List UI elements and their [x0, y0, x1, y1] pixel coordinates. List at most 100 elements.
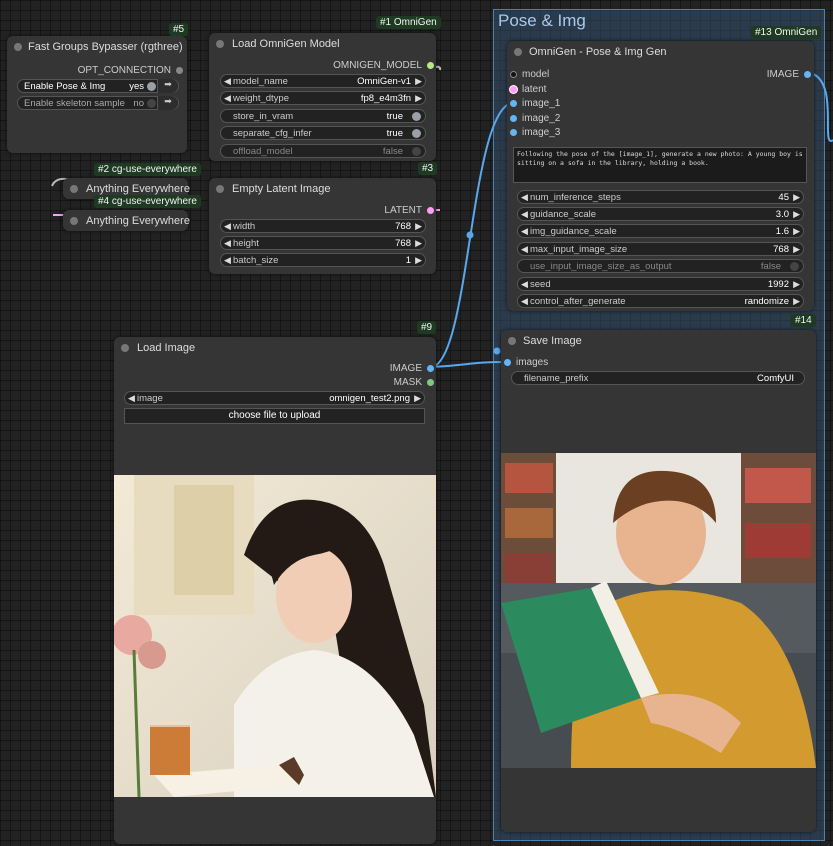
- arrow-left-icon[interactable]: ◀: [224, 221, 231, 232]
- number-max-input-image-size[interactable]: ◀ max_input_image_size 768 ▶: [517, 242, 804, 256]
- arrow-left-icon[interactable]: ◀: [521, 209, 528, 220]
- combo-control-after-generate[interactable]: ◀ control_after_generate randomize ▶: [517, 294, 804, 308]
- output-mask[interactable]: MASK: [394, 377, 434, 388]
- toggle-on-icon[interactable]: [412, 112, 421, 121]
- node-header[interactable]: Fast Groups Bypasser (rgthree): [7, 36, 187, 58]
- collapse-dot-icon[interactable]: [121, 344, 129, 352]
- number-seed[interactable]: ◀ seed 1992 ▶: [517, 277, 804, 291]
- arrow-right-icon[interactable]: ▶: [415, 93, 422, 104]
- number-batch-size[interactable]: ◀ batch_size 1 ▶: [220, 253, 426, 267]
- node-header[interactable]: Load Image: [114, 337, 436, 359]
- node-header[interactable]: Save Image: [501, 330, 816, 352]
- arrow-left-icon[interactable]: ◀: [224, 76, 231, 87]
- input-slot-icon[interactable]: [510, 129, 517, 136]
- output-slot-icon[interactable]: [427, 207, 434, 214]
- node-header[interactable]: Load OmniGen Model: [209, 33, 436, 55]
- toggle-enable-skeleton-sample[interactable]: Enable skeleton sample no ➡: [17, 96, 179, 110]
- toggle-off-icon[interactable]: [790, 262, 799, 271]
- arrow-left-icon[interactable]: ◀: [521, 226, 528, 237]
- collapse-dot-icon[interactable]: [216, 40, 224, 48]
- output-latent[interactable]: LATENT: [384, 205, 434, 216]
- input-image-1[interactable]: image_1: [510, 98, 560, 109]
- output-image[interactable]: IMAGE: [390, 363, 434, 374]
- arrow-left-icon[interactable]: ◀: [128, 393, 135, 404]
- combo-weight-dtype[interactable]: ◀ weight_dtype fp8_e4m3fn ▶: [220, 91, 426, 105]
- toggle-offload-model[interactable]: offload_model false: [220, 144, 426, 158]
- toggle-off-icon[interactable]: [412, 147, 421, 156]
- arrow-right-icon[interactable]: ➡: [157, 96, 178, 110]
- arrow-left-icon[interactable]: ◀: [521, 279, 528, 290]
- input-slot-icon[interactable]: [510, 86, 517, 93]
- number-guidance-scale[interactable]: ◀ guidance_scale 3.0 ▶: [517, 207, 804, 221]
- toggle-on-icon[interactable]: [147, 82, 156, 91]
- node-anything-everywhere-4[interactable]: Anything Everywhere: [63, 210, 190, 231]
- collapse-dot-icon[interactable]: [70, 217, 78, 225]
- collapse-dot-icon[interactable]: [14, 43, 22, 51]
- collapse-dot-icon[interactable]: [508, 337, 516, 345]
- node-save-image[interactable]: Save Image images filename_prefix ComfyU…: [501, 330, 816, 832]
- output-slot-icon[interactable]: [804, 71, 811, 78]
- collapse-dot-icon[interactable]: [70, 185, 78, 193]
- arrow-left-icon[interactable]: ◀: [224, 255, 231, 266]
- arrow-right-icon[interactable]: ▶: [793, 226, 800, 237]
- input-images[interactable]: images: [504, 357, 548, 368]
- arrow-left-icon[interactable]: ◀: [521, 296, 528, 307]
- input-slot-icon[interactable]: [510, 71, 517, 78]
- arrow-left-icon[interactable]: ◀: [224, 93, 231, 104]
- number-num-inference-steps[interactable]: ◀ num_inference_steps 45 ▶: [517, 190, 804, 204]
- arrow-right-icon[interactable]: ▶: [414, 393, 421, 404]
- arrow-right-icon[interactable]: ▶: [793, 244, 800, 255]
- arrow-left-icon[interactable]: ◀: [224, 238, 231, 249]
- number-width[interactable]: ◀ width 768 ▶: [220, 219, 426, 233]
- upload-button[interactable]: choose file to upload: [124, 408, 425, 424]
- output-opt-connection[interactable]: OPT_CONNECTION: [78, 65, 183, 76]
- arrow-right-icon[interactable]: ▶: [415, 255, 422, 266]
- toggle-separate-cfg-infer[interactable]: separate_cfg_infer true: [220, 126, 426, 140]
- node-load-image[interactable]: Load Image IMAGE MASK ◀ image omnigen_te…: [114, 337, 436, 844]
- toggle-use-input-image-size-as-output[interactable]: use_input_image_size_as_output false: [517, 259, 804, 273]
- node-header[interactable]: Empty Latent Image: [209, 178, 436, 200]
- input-slot-icon[interactable]: [504, 359, 511, 366]
- arrow-right-icon[interactable]: ▶: [415, 221, 422, 232]
- toggle-store-in-vram[interactable]: store_in_vram true: [220, 109, 426, 123]
- group-title[interactable]: Pose & Img: [498, 11, 586, 31]
- combo-model-name[interactable]: ◀ model_name OmniGen-v1 ▶: [220, 74, 426, 88]
- number-height[interactable]: ◀ height 768 ▶: [220, 236, 426, 250]
- input-slot-icon[interactable]: [510, 100, 517, 107]
- input-latent[interactable]: latent: [510, 84, 546, 95]
- input-model[interactable]: model: [510, 69, 549, 80]
- node-omnigen-pose-img-gen[interactable]: OmniGen - Pose & Img Gen model latent im…: [507, 41, 814, 311]
- node-load-omnigen-model[interactable]: Load OmniGen Model OMNIGEN_MODEL ◀ model…: [209, 33, 436, 161]
- arrow-right-icon[interactable]: ▶: [793, 279, 800, 290]
- collapse-dot-icon[interactable]: [514, 48, 522, 56]
- arrow-right-icon[interactable]: ▶: [793, 296, 800, 307]
- node-fast-groups-bypasser[interactable]: Fast Groups Bypasser (rgthree) OPT_CONNE…: [7, 36, 187, 153]
- toggle-on-icon[interactable]: [412, 129, 421, 138]
- arrow-left-icon[interactable]: ◀: [521, 192, 528, 203]
- text-filename-prefix[interactable]: filename_prefix ComfyUI: [511, 371, 805, 385]
- input-image-3[interactable]: image_3: [510, 127, 560, 138]
- arrow-right-icon[interactable]: ▶: [793, 192, 800, 203]
- arrow-right-icon[interactable]: ▶: [793, 209, 800, 220]
- node-header[interactable]: OmniGen - Pose & Img Gen: [507, 41, 814, 63]
- arrow-left-icon[interactable]: ◀: [521, 244, 528, 255]
- toggle-enable-pose-img[interactable]: Enable Pose & Img yes ➡: [17, 79, 179, 93]
- number-img-guidance-scale[interactable]: ◀ img_guidance_scale 1.6 ▶: [517, 224, 804, 238]
- arrow-right-icon[interactable]: ▶: [415, 76, 422, 87]
- arrow-right-icon[interactable]: ➡: [157, 79, 178, 93]
- output-slot-icon[interactable]: [427, 365, 434, 372]
- output-omnigen-model[interactable]: OMNIGEN_MODEL: [333, 60, 434, 71]
- node-empty-latent-image[interactable]: Empty Latent Image LATENT ◀ width 768 ▶ …: [209, 178, 436, 274]
- collapse-dot-icon[interactable]: [216, 185, 224, 193]
- toggle-off-icon[interactable]: [147, 99, 156, 108]
- combo-image-file[interactable]: ◀ image omnigen_test2.png ▶: [124, 391, 425, 405]
- output-slot-icon[interactable]: [176, 67, 183, 74]
- input-image-2[interactable]: image_2: [510, 113, 560, 124]
- output-slot-icon[interactable]: [427, 62, 434, 69]
- input-slot-icon[interactable]: [510, 115, 517, 122]
- output-slot-icon[interactable]: [427, 379, 434, 386]
- prompt-textarea[interactable]: Following the pose of the [image_1], gen…: [513, 147, 807, 183]
- arrow-right-icon[interactable]: ▶: [415, 238, 422, 249]
- wire-midpoint-dot[interactable]: [466, 231, 474, 239]
- output-image[interactable]: IMAGE: [767, 69, 811, 80]
